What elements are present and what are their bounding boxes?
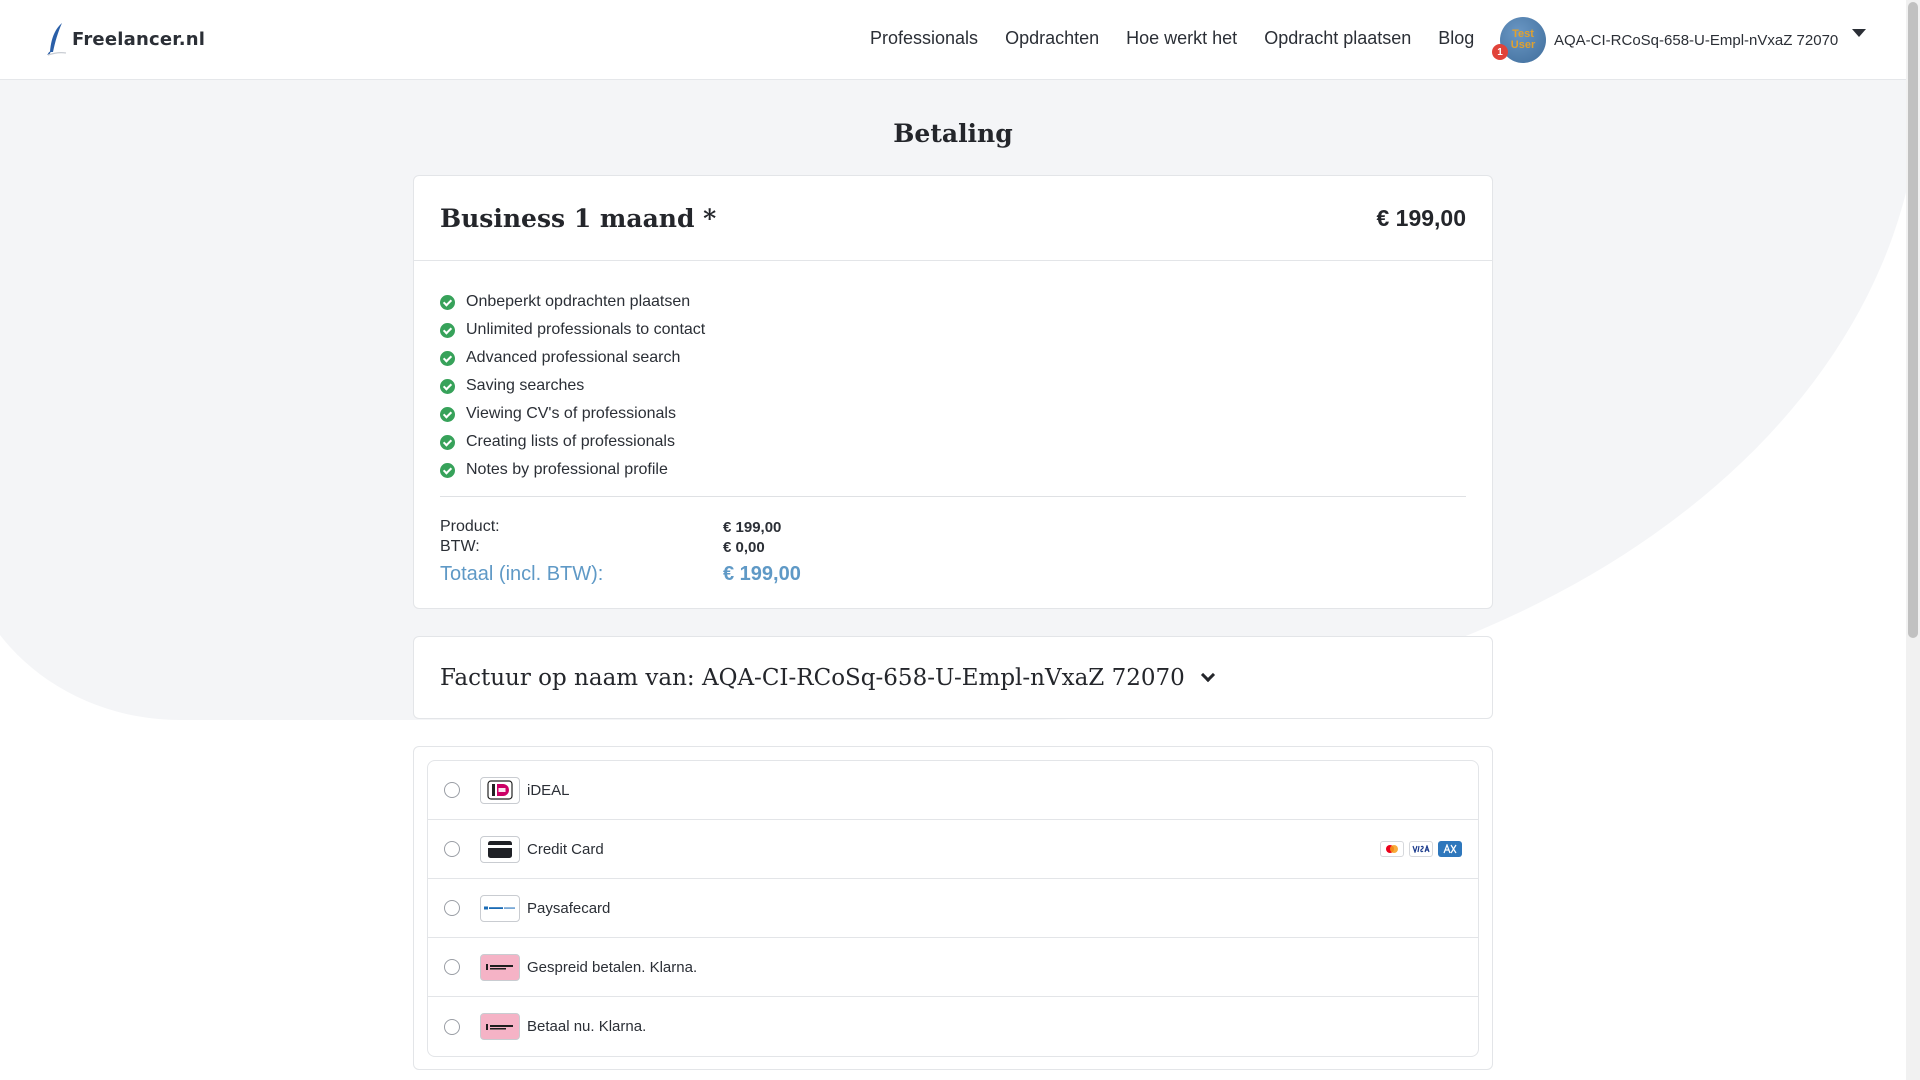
check-circle-icon xyxy=(440,462,455,478)
total-label: Totaal (incl. BTW): xyxy=(440,562,604,585)
product-label: Product: xyxy=(440,518,500,535)
plan-header: Business 1 maand * € 199,00 xyxy=(414,176,1492,261)
list-item: Advanced professional search xyxy=(440,344,1466,372)
plan-name: Business 1 maand * xyxy=(440,203,717,233)
nav-hoe-werkt-het[interactable]: Hoe werkt het xyxy=(1126,28,1237,49)
caret-down-icon[interactable] xyxy=(1852,29,1867,37)
top-navigation-bar: Freelancer.nl Professionals Opdrachten H… xyxy=(0,0,1906,80)
radio-button[interactable] xyxy=(444,1018,460,1035)
page-title: Betaling xyxy=(893,119,1013,148)
user-name: AQA-CI-RCoSq-658-U-Empl-nVxaZ 72070 xyxy=(1554,31,1839,49)
radio-button[interactable] xyxy=(444,959,460,975)
credit-card-icon xyxy=(480,835,520,863)
feature-label: Creating lists of professionals xyxy=(466,433,675,450)
feature-label: Unlimited professionals to contact xyxy=(466,321,706,338)
logo-text: Freelancer.nl xyxy=(72,28,206,50)
feature-label: Advanced professional search xyxy=(466,349,681,366)
feature-list: Onbeperkt opdrachten plaatsen Unlimited … xyxy=(414,261,1492,484)
check-circle-icon xyxy=(440,322,455,338)
summary-row-total: Totaal (incl. BTW): € 199,00 xyxy=(440,557,1466,591)
visa-icon xyxy=(1409,841,1433,857)
payment-method-list: iDEAL Credit Card Paysafecard Gespreid b… xyxy=(427,760,1479,1057)
summary-row-product: Product: € 199,00 xyxy=(440,517,1466,537)
scrollbar-thumb[interactable] xyxy=(1908,2,1918,638)
payment-option-klarna-nu[interactable]: Betaal nu. Klarna. xyxy=(428,997,1478,1056)
nav-professionals[interactable]: Professionals xyxy=(870,28,978,49)
check-circle-icon xyxy=(440,434,455,450)
plan-price: € 199,00 xyxy=(1376,204,1466,231)
total-value: € 199,00 xyxy=(723,562,801,585)
payment-label: Credit Card xyxy=(527,840,604,858)
scrollbar[interactable] xyxy=(1906,0,1920,1080)
list-item: Saving searches xyxy=(440,372,1466,400)
payment-label: Gespreid betalen. Klarna. xyxy=(527,958,698,976)
site-logo[interactable]: Freelancer.nl xyxy=(46,22,205,56)
list-item: Creating lists of professionals xyxy=(440,428,1466,456)
summary-row-btw: BTW: € 0,00 xyxy=(440,537,1466,557)
list-item: Onbeperkt opdrachten plaatsen xyxy=(440,288,1466,316)
payment-option-paysafecard[interactable]: Paysafecard xyxy=(428,879,1478,938)
ideal-icon xyxy=(480,776,520,804)
plan-card: Business 1 maand * € 199,00 Onbeperkt op… xyxy=(413,175,1493,609)
check-circle-icon xyxy=(440,350,455,366)
klarna-icon xyxy=(480,953,520,981)
payment-label: Paysafecard xyxy=(527,899,611,917)
list-item: Notes by professional profile xyxy=(440,456,1466,484)
payment-option-credit-card[interactable]: Credit Card xyxy=(428,820,1478,879)
user-menu[interactable]: Test User 1 AQA-CI-RCoSq-658-U-Empl-nVxa… xyxy=(1492,17,1867,63)
radio-button[interactable] xyxy=(444,900,460,916)
amex-icon xyxy=(1438,841,1462,857)
nav-opdracht-plaatsen[interactable]: Opdracht plaatsen xyxy=(1264,28,1411,49)
check-circle-icon xyxy=(440,378,455,394)
klarna-icon xyxy=(480,1013,520,1040)
product-value: € 199,00 xyxy=(723,518,782,536)
paysafecard-icon xyxy=(480,894,520,922)
feature-label: Saving searches xyxy=(466,377,585,394)
feature-label: Viewing CV's of professionals xyxy=(466,405,676,422)
payment-option-klarna-gespreid[interactable]: Gespreid betalen. Klarna. xyxy=(428,938,1478,997)
btw-value: € 0,00 xyxy=(723,538,765,556)
avatar[interactable]: Test User 1 xyxy=(1492,17,1546,63)
radio-button[interactable] xyxy=(444,782,460,798)
avatar-text: Test User xyxy=(1510,28,1536,51)
price-summary: Product: € 199,00 BTW: € 0,00 Totaal (in… xyxy=(414,497,1492,591)
radio-button[interactable] xyxy=(444,841,460,857)
mastercard-icon xyxy=(1380,841,1404,857)
nav-opdrachten[interactable]: Opdrachten xyxy=(1005,28,1099,49)
payment-methods-card: iDEAL Credit Card Paysafecard Gespreid b… xyxy=(413,746,1493,1070)
invoice-selector[interactable]: Factuur op naam van: AQA-CI-RCoSq-658-U-… xyxy=(413,636,1493,719)
list-item: Unlimited professionals to contact xyxy=(440,316,1466,344)
invoice-name: Factuur op naam van: AQA-CI-RCoSq-658-U-… xyxy=(440,664,1185,691)
feature-label: Onbeperkt opdrachten plaatsen xyxy=(466,293,691,310)
feather-logo-icon xyxy=(47,23,67,56)
check-circle-icon xyxy=(440,406,455,422)
payment-label: Betaal nu. Klarna. xyxy=(527,1018,647,1035)
feature-label: Notes by professional profile xyxy=(466,461,668,478)
payment-option-ideal[interactable]: iDEAL xyxy=(428,761,1478,820)
list-item: Viewing CV's of professionals xyxy=(440,400,1466,428)
chevron-down-icon[interactable] xyxy=(1200,667,1215,682)
card-brand-list xyxy=(1380,841,1462,857)
nav-blog[interactable]: Blog xyxy=(1438,28,1474,49)
notification-badge: 1 xyxy=(1492,44,1508,60)
main-nav: Professionals Opdrachten Hoe werkt het O… xyxy=(870,28,1474,49)
btw-label: BTW: xyxy=(440,538,480,555)
payment-label: iDEAL xyxy=(527,781,570,799)
check-circle-icon xyxy=(440,294,455,310)
